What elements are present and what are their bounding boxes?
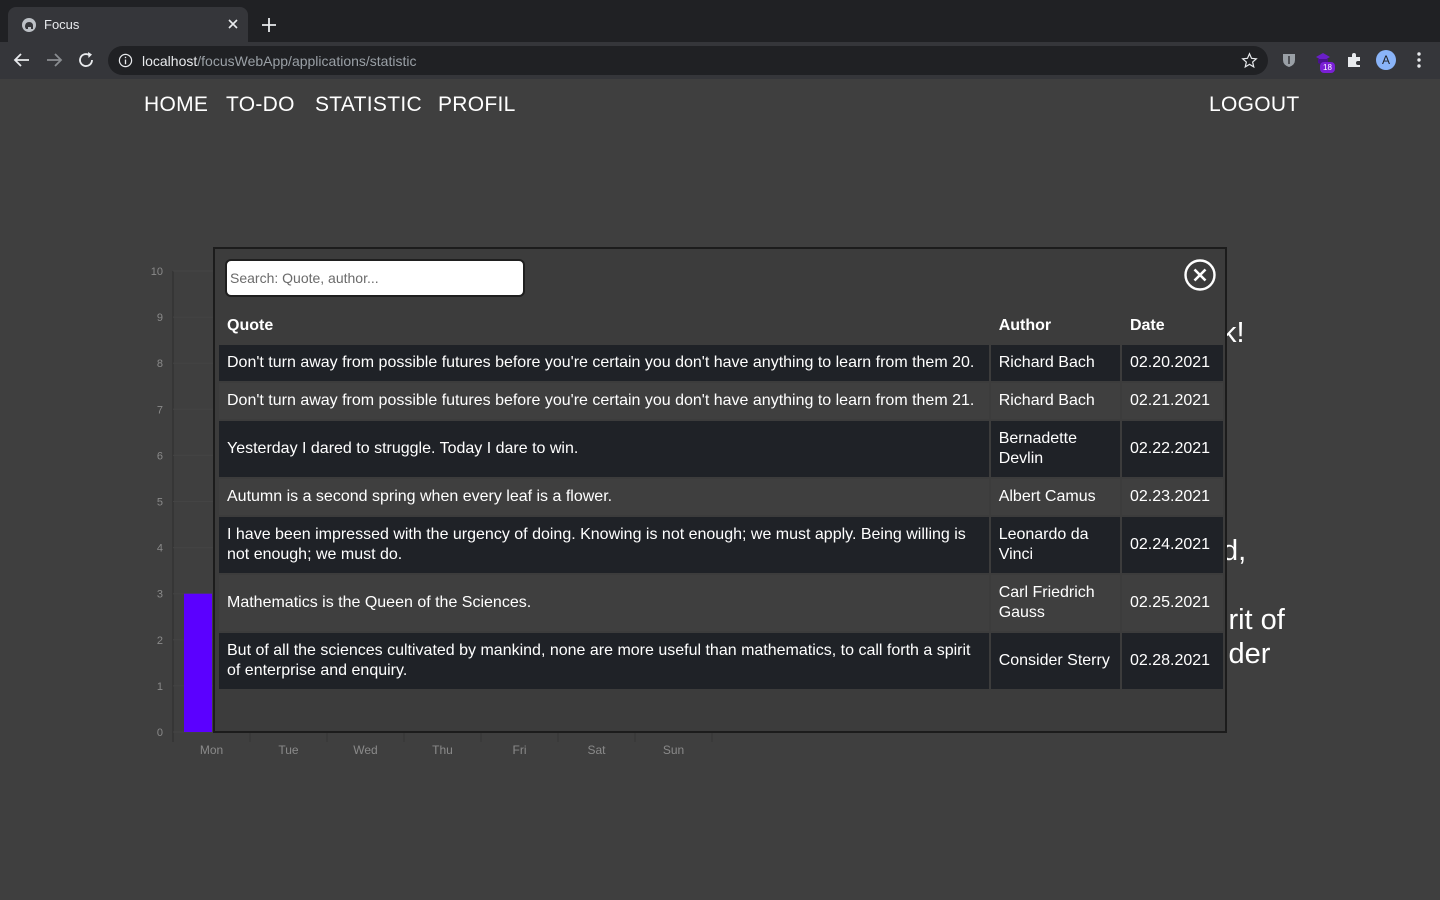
column-header-author[interactable]: Author: [991, 311, 1120, 343]
table-row[interactable]: Don't turn away from possible futures be…: [219, 383, 1223, 419]
profile-avatar[interactable]: A: [1376, 50, 1396, 70]
author-cell: Richard Bach: [990, 345, 1120, 381]
info-icon[interactable]: [118, 53, 133, 68]
author-cell: Leonardo da Vinci: [990, 517, 1120, 573]
background-text-fragment: irit of: [1222, 604, 1285, 636]
author-cell: Richard Bach: [990, 383, 1120, 419]
chart-y-tick-label: 8: [157, 358, 163, 370]
table-row[interactable]: I have been impressed with the urgency o…: [219, 517, 1223, 573]
chart-x-tick-label: Fri: [513, 743, 527, 757]
table-row[interactable]: Mathematics is the Queen of the Sciences…: [219, 575, 1223, 631]
chart-y-tick-label: 0: [157, 727, 163, 739]
chart-x-tick-label: Sun: [663, 743, 684, 757]
chart-x-tick-label: Sat: [587, 743, 606, 757]
chart-y-tick-label: 5: [157, 497, 163, 509]
nav-profil-link[interactable]: PROFIL: [438, 93, 516, 117]
quote-cell: Autumn is a second spring when every lea…: [219, 479, 989, 515]
chart-y-tick-label: 10: [151, 266, 163, 278]
background-text-fragment: ider: [1222, 638, 1271, 670]
author-cell: Consider Sterry: [990, 633, 1120, 689]
nav-home-link[interactable]: HOME: [144, 93, 208, 117]
chart-y-tick-label: 1: [157, 681, 163, 693]
quote-cell: Yesterday I dared to struggle. Today I d…: [219, 421, 989, 477]
quote-cell: But of all the sciences cultivated by ma…: [219, 633, 989, 689]
url-path: /focusWebApp/applications/statistic: [197, 53, 417, 69]
date-cell: 02.20.2021: [1121, 345, 1223, 381]
bookmark-star-icon[interactable]: [1241, 52, 1258, 69]
address-bar[interactable]: localhost/focusWebApp/applications/stati…: [108, 46, 1268, 75]
quote-cell: Don't turn away from possible futures be…: [219, 345, 989, 381]
chart-bar: [184, 593, 212, 732]
quote-cell: I have been impressed with the urgency o…: [219, 517, 989, 573]
column-header-quote[interactable]: Quote: [219, 311, 989, 343]
browser-tab[interactable]: Focus: [8, 7, 248, 42]
chart-y-tick-label: 4: [157, 543, 163, 555]
chart-x-tick-label: Tue: [278, 743, 299, 757]
table-row[interactable]: But of all the sciences cultivated by ma…: [219, 633, 1223, 689]
quote-cell: Don't turn away from possible futures be…: [219, 383, 989, 419]
close-tab-icon[interactable]: [224, 15, 242, 33]
author-cell: Albert Camus: [990, 479, 1120, 515]
author-cell: Bernadette Devlin: [990, 421, 1120, 477]
table-row[interactable]: Yesterday I dared to struggle. Today I d…: [219, 421, 1223, 477]
tab-title: Focus: [44, 17, 80, 32]
chart-y-tick-label: 2: [157, 635, 163, 647]
url-host: localhost: [142, 53, 198, 69]
table-row[interactable]: Autumn is a second spring when every lea…: [219, 479, 1223, 515]
quotes-modal: Quote Author Date Don't turn away from p…: [213, 247, 1227, 733]
chart-x-tick-label: Thu: [432, 743, 453, 757]
date-cell: 02.24.2021: [1121, 517, 1223, 573]
browser-toolbar: localhost/focusWebApp/applications/stati…: [0, 42, 1440, 79]
table-header-row: Quote Author Date: [219, 311, 1223, 343]
shield-extension-icon[interactable]: [1280, 51, 1298, 69]
extension-count-badge: 18: [1320, 62, 1335, 73]
forward-arrow-icon[interactable]: [44, 50, 64, 70]
chart-y-tick-label: 3: [157, 589, 163, 601]
quotes-table: Quote Author Date Don't turn away from p…: [217, 309, 1225, 691]
date-cell: 02.22.2021: [1121, 421, 1223, 477]
date-cell: 02.25.2021: [1121, 575, 1223, 631]
date-cell: 02.23.2021: [1121, 479, 1223, 515]
quote-cell: Mathematics is the Queen of the Sciences…: [219, 575, 989, 631]
author-cell: Carl Friedrich Gauss: [990, 575, 1120, 631]
date-cell: 02.28.2021: [1121, 633, 1223, 689]
quote-search-input[interactable]: [225, 259, 525, 297]
date-cell: 02.21.2021: [1121, 383, 1223, 419]
nav-todo-link[interactable]: TO-DO: [226, 93, 295, 117]
browser-menu-icon[interactable]: [1410, 50, 1428, 70]
chart-y-tick-label: 9: [157, 312, 163, 324]
chart-y-tick-label: 6: [157, 450, 163, 462]
back-arrow-icon[interactable]: [12, 50, 32, 70]
chart-y-tick-label: 7: [157, 404, 163, 416]
extensions-puzzle-icon[interactable]: [1345, 51, 1363, 69]
url-text: localhost/focusWebApp/applications/stati…: [142, 53, 416, 69]
nav-statistic-link[interactable]: STATISTIC: [315, 93, 422, 117]
close-circle-icon[interactable]: [1183, 258, 1217, 292]
column-header-date[interactable]: Date: [1122, 311, 1223, 343]
table-row[interactable]: Don't turn away from possible futures be…: [219, 345, 1223, 381]
new-tab-icon[interactable]: [259, 15, 279, 35]
chart-x-tick-label: Mon: [200, 743, 223, 757]
nav-logout-link[interactable]: LOGOUT: [1209, 93, 1299, 117]
browser-tab-bar: Focus: [0, 0, 1440, 42]
reload-icon[interactable]: [76, 50, 96, 70]
elephant-favicon-icon: [22, 18, 36, 32]
chart-x-tick-label: Wed: [353, 743, 377, 757]
